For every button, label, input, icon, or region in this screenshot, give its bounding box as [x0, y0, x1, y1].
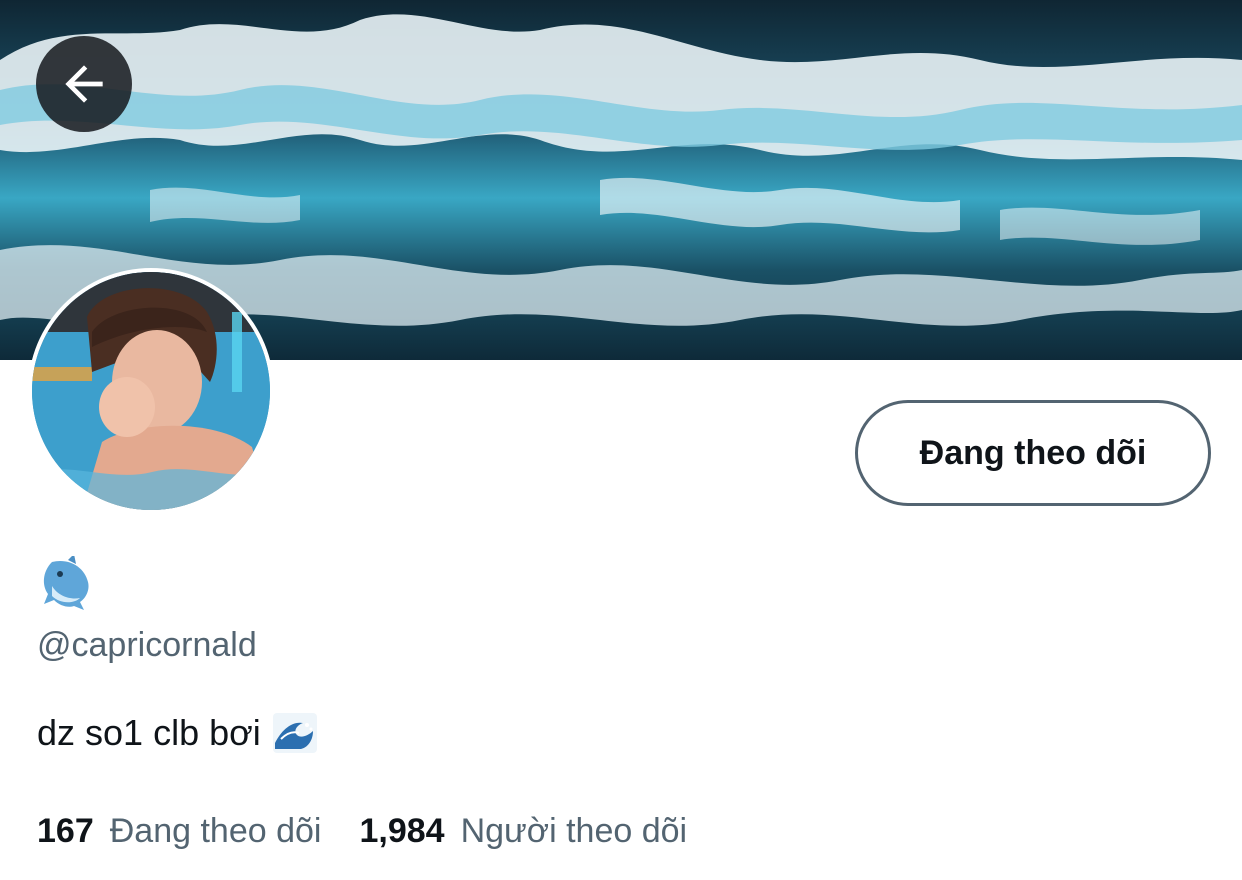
back-button[interactable] [36, 36, 132, 132]
profile-bio: dz so1 clb bơi [37, 712, 317, 754]
following-button-label: Đang theo dõi [919, 433, 1147, 472]
following-button[interactable]: Đang theo dõi [855, 400, 1211, 506]
water-wave-icon [272, 713, 317, 753]
followers-label: Người theo dõi [460, 812, 688, 850]
profile-page: Đang theo dõi @capricornald dz so1 clb b… [0, 0, 1242, 880]
bio-text: dz so1 clb bơi [37, 712, 261, 753]
following-count: 167 [37, 812, 94, 850]
following-label: Đang theo dõi [109, 812, 322, 850]
following-stat-link[interactable]: 167 Đang theo dõi [37, 812, 321, 851]
arrow-left-icon [65, 65, 103, 103]
dolphin-icon [43, 554, 89, 610]
avatar[interactable] [28, 268, 274, 514]
display-name [38, 554, 94, 614]
followers-count: 1,984 [359, 812, 445, 850]
profile-handle: @capricornald [37, 626, 257, 664]
followers-stat-link[interactable]: 1,984 Người theo dõi [359, 812, 687, 851]
profile-stats: 167 Đang theo dõi 1,984 Người theo dõi [37, 812, 687, 851]
person-in-pool-avatar-image [32, 272, 270, 510]
